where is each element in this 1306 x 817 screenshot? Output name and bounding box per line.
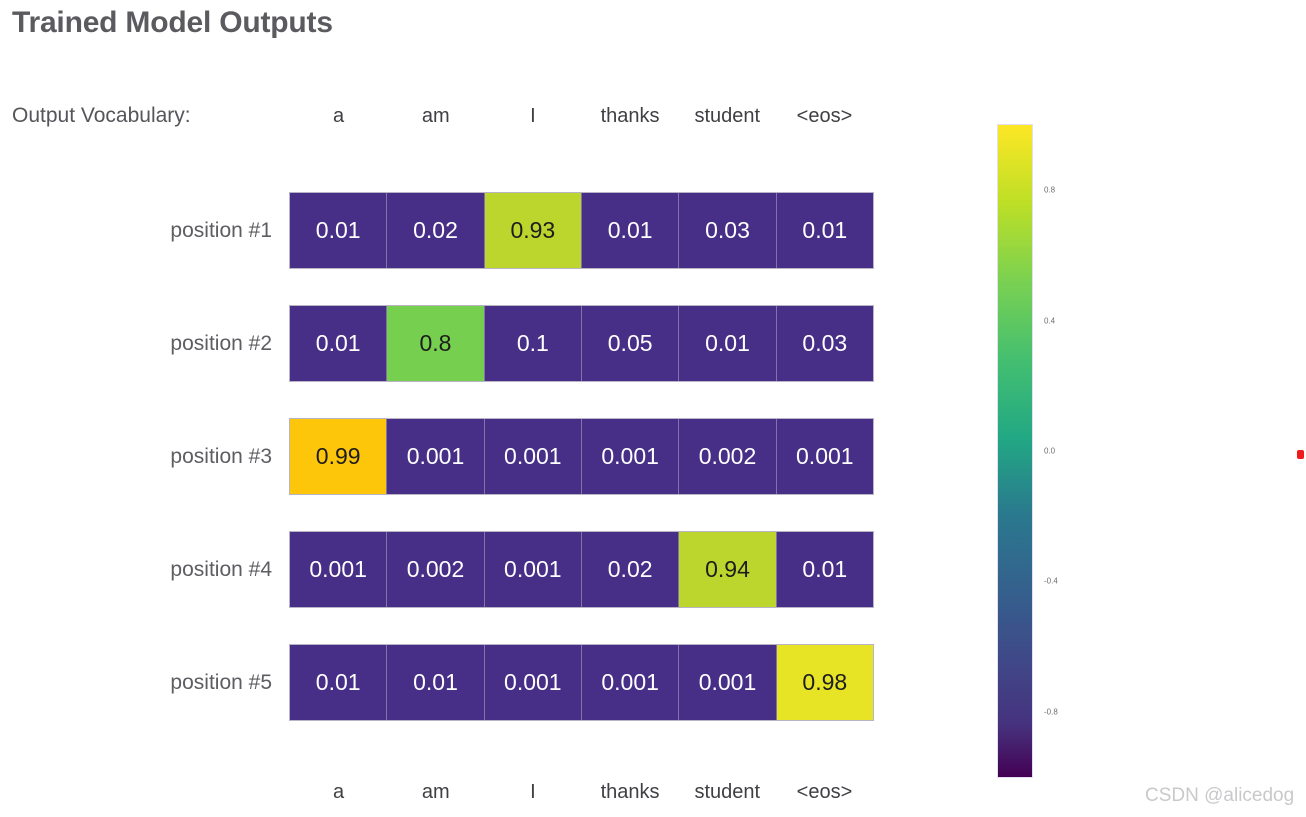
column-header-bottom: thanks <box>600 781 660 803</box>
column-header-top: <eos> <box>796 105 853 127</box>
colorbar-tick-label: 0.8 <box>1044 185 1056 195</box>
heatmap-cell: 0.01 <box>387 645 485 720</box>
column-header-top: I <box>530 105 536 127</box>
heatmap-cell: 0.01 <box>776 532 873 607</box>
colorbar-tick-label: 0.4 <box>1044 316 1056 326</box>
page-title: Trained Model Outputs <box>12 6 333 39</box>
heatmap-cell: 0.002 <box>387 532 485 607</box>
colorbar-tick-label: -0.8 <box>1044 707 1058 717</box>
heatmap-row: position #3 0.99 0.001 0.001 0.001 0.002 0.001 <box>170 419 873 494</box>
heatmap-cell: 0.93 <box>484 193 582 268</box>
column-header-top: am <box>421 105 450 127</box>
column-header-top: a <box>333 105 345 127</box>
column-header-bottom: a <box>333 781 345 803</box>
heatmap-cell: 0.8 <box>387 306 485 381</box>
column-header-top: thanks <box>600 105 660 127</box>
heatmap-cell: 0.02 <box>581 532 680 607</box>
heatmap-cell: 0.001 <box>484 419 582 494</box>
heatmap-row: position #1 0.01 0.02 0.93 0.01 0.03 0.01 <box>170 193 873 268</box>
heatmap-cell: 0.02 <box>387 193 485 268</box>
heatmap-cell: 0.03 <box>679 193 777 268</box>
output-vocabulary-label: Output Vocabulary: <box>12 104 191 127</box>
heatmap-cell: 0.01 <box>581 193 680 268</box>
heatmap-cell: 0.03 <box>776 306 873 381</box>
heatmap-cell: 0.01 <box>290 193 388 268</box>
heatmap-cell: 0.001 <box>387 419 485 494</box>
row-label-position-5: position #5 <box>170 671 272 694</box>
heatmap-cell: 0.01 <box>679 306 777 381</box>
colorbar-tick-label: -0.4 <box>1044 576 1058 586</box>
heatmap-cell: 0.99 <box>290 419 388 494</box>
heatmap-cell: 0.001 <box>581 645 680 720</box>
heatmap-cell: 0.001 <box>484 532 582 607</box>
column-header-top: student <box>694 105 761 127</box>
heatmap-cell: 0.98 <box>776 645 873 720</box>
colorbar: 0.8 0.4 0.0 -0.4 -0.8 <box>998 125 1058 777</box>
row-label-position-2: position #2 <box>170 332 272 355</box>
heatmap-cell: 0.05 <box>581 306 680 381</box>
column-header-bottom: student <box>694 781 761 803</box>
column-header-bottom: <eos> <box>796 781 853 803</box>
probability-heatmap: position #1 0.01 0.02 0.93 0.01 0.03 0.01 posit… <box>170 193 873 720</box>
heatmap-cell: 0.002 <box>679 419 777 494</box>
colorbar-tick-label: 0.0 <box>1044 446 1056 456</box>
colorbar-gradient <box>998 125 1032 777</box>
watermark-text: CSDN @alicedog <box>1145 785 1295 806</box>
column-header-bottom: I <box>530 781 536 803</box>
heatmap-cell: 0.001 <box>290 532 388 607</box>
heatmap-cell: 0.001 <box>679 645 777 720</box>
row-label-position-4: position #4 <box>170 558 272 581</box>
heatmap-cell: 0.01 <box>776 193 873 268</box>
row-label-position-1: position #1 <box>170 219 272 242</box>
row-label-position-3: position #3 <box>170 445 272 468</box>
heatmap-cell: 0.94 <box>679 532 777 607</box>
heatmap-cell: 0.1 <box>484 306 582 381</box>
heatmap-cell: 0.001 <box>581 419 680 494</box>
heatmap-row: position #5 0.01 0.01 0.001 0.001 0.001 0.98 <box>170 645 873 720</box>
column-headers-bottom: a am Ithanks student <eos> <box>290 781 873 804</box>
heatmap-row: position #2 0.01 0.8 0.1 0.05 0.01 0.03 <box>170 306 873 381</box>
heatmap-cell: 0.01 <box>290 645 388 720</box>
heatmap-row: position #4 0.001 0.002 0.001 0.02 0.94 0.01 <box>170 532 873 607</box>
heatmap-cell: 0.01 <box>290 306 388 381</box>
column-header-bottom: am <box>421 781 450 803</box>
heatmap-cell: 0.001 <box>776 419 873 494</box>
red-marker-dot <box>1297 450 1304 459</box>
heatmap-cell: 0.001 <box>484 645 582 720</box>
column-headers-top: a am Ithanks student <eos> <box>290 105 873 128</box>
